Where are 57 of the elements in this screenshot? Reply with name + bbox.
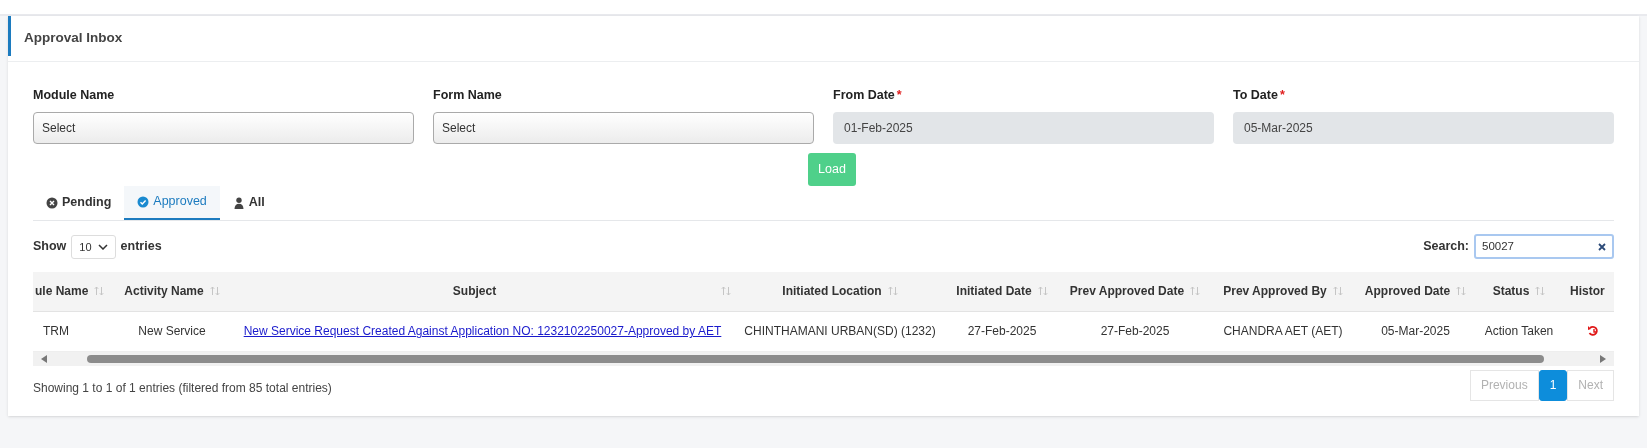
field-label: Form Name xyxy=(433,87,503,104)
table-cell-text: TRM xyxy=(43,323,69,341)
page-button[interactable]: 1 xyxy=(1538,369,1568,401)
user-icon xyxy=(232,196,245,209)
field-label: From Date * xyxy=(833,86,1214,105)
check-circle-icon xyxy=(137,195,150,208)
select-dropdown[interactable]: Select xyxy=(433,111,814,144)
sort-icon[interactable] xyxy=(1190,286,1201,297)
sort-icon[interactable] xyxy=(94,286,105,297)
column-header[interactable]: ule Name xyxy=(35,282,89,301)
sort-icon[interactable] xyxy=(721,286,731,297)
table-cell-text: New Service xyxy=(138,323,206,341)
sort-icon[interactable] xyxy=(1037,286,1048,297)
column-header[interactable]: Initiated Date xyxy=(956,282,1032,301)
table-cell-text: 27-Feb-2025 xyxy=(1100,323,1170,341)
sort-icon[interactable] xyxy=(1456,286,1467,297)
tab[interactable]: All xyxy=(219,185,278,220)
search-field[interactable]: 50027 xyxy=(1474,234,1614,260)
sort-icon[interactable] xyxy=(209,286,220,297)
column-header[interactable]: Activity Name xyxy=(124,282,204,301)
subject-link[interactable]: New Service Request Created Against Application NO: 1232102250027-Approved by AET xyxy=(243,322,722,341)
search-label: Search: xyxy=(1423,238,1469,256)
required-mark: * xyxy=(1279,87,1285,104)
column-header[interactable]: Approved Date xyxy=(1364,282,1451,301)
table-cell-text: CHINTHAMANI URBAN(SD) (1232) xyxy=(744,323,936,341)
sort-icon[interactable] xyxy=(887,286,898,297)
column-header[interactable]: Status xyxy=(1492,282,1530,301)
select-dropdown[interactable]: Select xyxy=(33,111,414,144)
date-field[interactable]: 01-Feb-2025 xyxy=(833,111,1214,144)
tab[interactable]: Pending xyxy=(33,185,125,220)
scroll-left-icon[interactable] xyxy=(41,354,47,363)
scroll-right-icon[interactable] xyxy=(1600,354,1606,363)
field-label: To Date * xyxy=(1233,86,1614,105)
entries-label: entries xyxy=(120,238,162,256)
date-field[interactable]: 05-Mar-2025 xyxy=(1233,111,1614,144)
column-header[interactable]: Prev Approved By xyxy=(1223,282,1327,301)
required-mark: * xyxy=(896,87,902,104)
field-label: Module Name xyxy=(33,87,116,104)
tab[interactable]: Approved xyxy=(124,185,220,220)
chevron-icon xyxy=(97,243,108,250)
table-cell-text: 05-Mar-2025 xyxy=(1381,323,1450,341)
column-header[interactable]: Initiated Location xyxy=(782,282,882,301)
column-header[interactable]: Subject xyxy=(234,282,715,301)
history-icon[interactable] xyxy=(1588,325,1598,338)
close-circle-icon xyxy=(46,196,58,209)
column-header[interactable]: Histor xyxy=(1570,282,1605,301)
clear-icon[interactable] xyxy=(1598,242,1606,251)
table-cell-text: CHANDRA AET (AET) xyxy=(1223,323,1343,341)
entries-info: Showing 1 to 1 of 1 entries (filtered from 85 total entries) xyxy=(33,380,332,398)
sort-icon[interactable] xyxy=(1535,286,1546,297)
table-cell-text: Action Taken xyxy=(1484,323,1554,341)
table-cell-text: 27-Feb-2025 xyxy=(967,323,1037,341)
sort-icon[interactable] xyxy=(1332,286,1343,297)
column-header[interactable]: Prev Approved Date xyxy=(1069,282,1185,301)
panel-title: Approval Inbox xyxy=(24,29,123,48)
entries-dropdown[interactable]: 10 xyxy=(71,234,116,259)
show-label: Show xyxy=(33,238,67,256)
